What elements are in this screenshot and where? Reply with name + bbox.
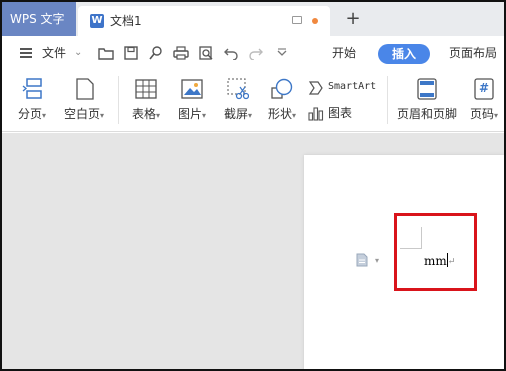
paste-options-icon[interactable]: [356, 253, 368, 267]
dropdown-caret-icon: ▾: [292, 111, 297, 120]
unsaved-indicator-dot: [312, 18, 318, 24]
picture-button[interactable]: 图片▾: [172, 70, 212, 130]
blank-page-label: 空白页: [63, 107, 100, 121]
new-tab-button[interactable]: +: [342, 6, 364, 32]
dropdown-caret-icon: ▾: [248, 111, 253, 120]
file-menu[interactable]: 文件: [42, 36, 66, 70]
document-tab-title: 文档1: [110, 14, 142, 28]
title-bar: WPS 文字 W 文档1 +: [2, 2, 504, 36]
shape-label: 形状: [267, 107, 292, 121]
screenshot-label: 截屏: [223, 107, 248, 121]
highlight-box: [394, 213, 477, 291]
page-break-button[interactable]: 分页▾: [12, 70, 52, 130]
shape-button[interactable]: 形状▾: [262, 70, 302, 130]
monitor-icon[interactable]: [292, 16, 302, 24]
blank-page-button[interactable]: 空白页▾: [58, 70, 110, 130]
print-preview-icon[interactable]: [198, 46, 214, 60]
dropdown-caret-icon: ▾: [100, 111, 105, 120]
file-menu-chevron-icon[interactable]: ⌄: [74, 36, 82, 70]
ribbon-divider: [118, 76, 119, 124]
picture-icon: [181, 79, 203, 99]
header-footer-label: 页眉和页脚: [396, 107, 457, 121]
smartart-icon: [308, 81, 323, 95]
insert-ribbon: 分页▾ 空白页▾ 表格▾ 图片▾ 截屏▾ 形状▾ SmartArt 图表 页眉和…: [2, 70, 504, 132]
tab-insert[interactable]: 插入: [378, 44, 430, 64]
blank-page-icon: [76, 78, 94, 100]
paste-options-caret-icon[interactable]: ▾: [375, 256, 379, 265]
find-icon[interactable]: [148, 46, 164, 60]
dropdown-caret-icon: ▾: [156, 111, 161, 120]
customize-quick-access-icon[interactable]: [274, 46, 290, 60]
hamburger-menu-icon[interactable]: [20, 48, 32, 58]
chart-label: 图表: [328, 106, 353, 120]
tab-home[interactable]: 开始: [332, 36, 356, 70]
document-tab[interactable]: W 文档1: [78, 6, 330, 36]
shape-icon: [271, 78, 293, 99]
smartart-button[interactable]: SmartArt: [308, 78, 380, 98]
print-icon[interactable]: [173, 46, 189, 60]
app-window: WPS 文字 W 文档1 + 文件 ⌄ 开始 插入 页面布局 分页▾ 空白页▾ …: [0, 0, 506, 371]
tab-page-layout[interactable]: 页面布局: [449, 36, 497, 70]
menu-bar: 文件 ⌄ 开始 插入 页面布局: [2, 36, 504, 70]
page-number-button[interactable]: # 页码▾: [464, 70, 504, 130]
header-footer-icon: [417, 78, 437, 100]
page-break-icon: [22, 78, 42, 99]
header-footer-button[interactable]: 页眉和页脚: [394, 70, 460, 130]
screenshot-button[interactable]: 截屏▾: [218, 70, 258, 130]
table-label: 表格: [131, 107, 156, 121]
open-folder-icon[interactable]: [98, 46, 114, 60]
dropdown-caret-icon: ▾: [494, 111, 499, 120]
chart-button[interactable]: 图表: [308, 103, 358, 123]
undo-icon[interactable]: [223, 46, 239, 60]
dropdown-caret-icon: ▾: [202, 111, 207, 120]
smartart-label: SmartArt: [328, 81, 377, 92]
screenshot-icon: [227, 78, 249, 100]
page-number-glyph: #: [478, 81, 490, 95]
app-home-tab[interactable]: WPS 文字: [2, 2, 76, 36]
chart-icon: [308, 107, 324, 121]
save-icon[interactable]: [123, 46, 139, 60]
redo-icon[interactable]: [248, 46, 264, 60]
picture-label: 图片: [177, 107, 202, 121]
writer-doc-icon: W: [90, 14, 104, 28]
dropdown-caret-icon: ▾: [42, 111, 47, 120]
table-button[interactable]: 表格▾: [126, 70, 166, 130]
ribbon-divider: [387, 76, 388, 124]
page-break-label: 分页: [17, 107, 42, 121]
page-number-label: 页码: [469, 107, 494, 121]
table-icon: [135, 79, 157, 99]
